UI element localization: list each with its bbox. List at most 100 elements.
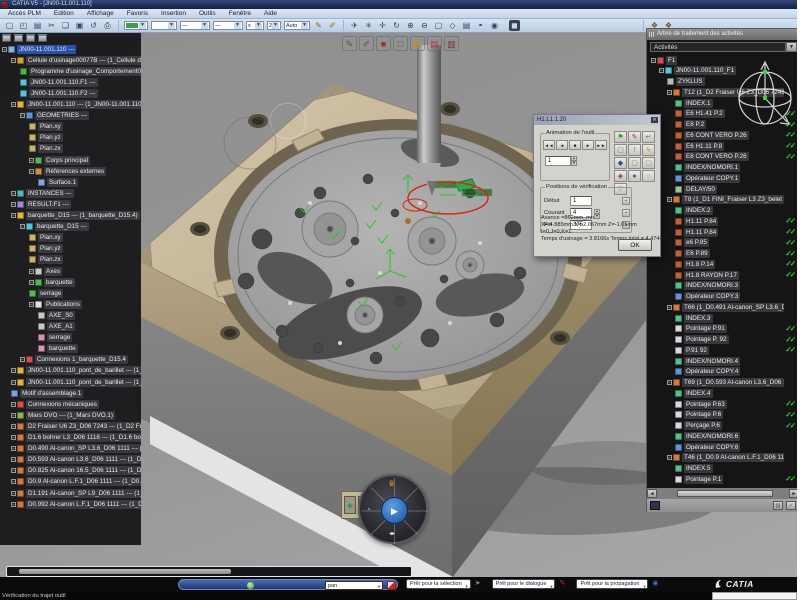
viewport-scrollbar[interactable]: [6, 566, 412, 577]
expand-icon[interactable]: −: [667, 90, 672, 95]
power-input-icon[interactable]: [387, 581, 396, 590]
tree-item[interactable]: −barquette: [29, 277, 75, 287]
panel-mode-icon[interactable]: [650, 501, 660, 510]
rotate-icon[interactable]: ↻: [391, 20, 402, 31]
normal-view-icon[interactable]: ▢: [433, 20, 444, 31]
activity-item[interactable]: H1.8 RAYON P.17✓✓: [675, 270, 799, 280]
expand-icon[interactable]: −: [11, 191, 16, 196]
activity-item[interactable]: Pointage P. 92✓✓: [675, 335, 799, 345]
sphere-dark-icon[interactable]: ◆: [614, 157, 627, 169]
activity-item[interactable]: Opérateur COPY.3: [675, 292, 799, 302]
toolbar-combo-0[interactable]: ▼: [151, 21, 177, 30]
expand-icon[interactable]: −: [11, 380, 16, 385]
tree-item[interactable]: −INSTANCES ---: [11, 188, 74, 198]
tree-item[interactable]: −D0.490 Al-canon_SP L3.6_D06 1111 --- (1…: [11, 444, 141, 454]
film-icon[interactable]: ▤: [427, 36, 442, 51]
tree-item[interactable]: −RESULT.F1 ---: [11, 199, 71, 209]
tree-item[interactable]: Plan.zx: [29, 144, 63, 154]
menu-item-edition[interactable]: Edition: [54, 10, 74, 17]
expand-icon[interactable]: −: [11, 202, 16, 207]
tree-item[interactable]: −D0.9 Al-canon L.F.1_D06 1111 --- (1_D0.…: [11, 477, 141, 487]
play-button[interactable]: ▶: [381, 497, 408, 524]
expand-icon[interactable]: −: [11, 213, 16, 218]
scroll-thumb[interactable]: [677, 490, 773, 497]
activity-item[interactable]: Opérateur COPY.6: [675, 442, 799, 452]
menu-item-fen-tre[interactable]: Fenêtre: [229, 10, 251, 17]
expand-icon[interactable]: −: [11, 368, 16, 373]
field-value-dbut[interactable]: 1: [570, 196, 592, 206]
video-replay-icon[interactable]: □: [393, 36, 408, 51]
speed-spin-icons[interactable]: ▲▼: [571, 156, 577, 165]
tree-item[interactable]: Plan.yz: [29, 133, 63, 143]
close-icon[interactable]: ✕: [651, 117, 658, 123]
activity-item[interactable]: INDEX/NOMORI.1: [675, 163, 799, 173]
expand-icon[interactable]: −: [20, 224, 25, 229]
activity-item[interactable]: INDEX.4: [675, 388, 799, 398]
activity-item[interactable]: −T69 (1_D0.593 Al-canon L3.6_D06 1111.1/…: [667, 378, 799, 388]
tree-item[interactable]: −D2 Fraiser U6 Z3_D06 7243 --- (1_D2 Fra…: [11, 421, 141, 431]
box2-icon[interactable]: ▢: [628, 157, 641, 169]
tool-animation-icon[interactable]: ✎: [342, 36, 357, 51]
tree-item[interactable]: −Corps principal: [29, 155, 90, 165]
return-green-icon[interactable]: ↵: [642, 131, 655, 143]
scroll-left-icon[interactable]: ◄: [647, 489, 657, 498]
activity-item[interactable]: INDEX/NOMORI.4: [675, 356, 799, 366]
activity-item[interactable]: INDEX/NOMORI.6: [675, 431, 799, 441]
tree-item[interactable]: JN00-11.001.110.F2 ---: [20, 88, 98, 98]
activity-item[interactable]: −T46 (1_D0.9 Al-canon L.F.1_D06 1111.1/6…: [667, 453, 799, 463]
activity-item[interactable]: −T8 (1_D1 FINI_Fraiser L3 Z3_belet 101-3…: [667, 195, 799, 205]
tree-item[interactable]: −Connexions mécaniques: [11, 399, 99, 409]
panel-ok-icon[interactable]: ✓: [786, 501, 796, 510]
expand-icon[interactable]: −: [11, 102, 16, 107]
expand-icon[interactable]: −: [667, 197, 672, 202]
shaded-cube-icon[interactable]: ◼: [509, 20, 520, 31]
activity-item[interactable]: H1.8 P.14✓✓: [675, 259, 799, 269]
fit-all-icon[interactable]: ✳: [363, 20, 374, 31]
resume-icon[interactable]: ◈: [344, 496, 356, 514]
stop-button[interactable]: ■: [569, 140, 581, 150]
collision-check-icon[interactable]: ■: [376, 36, 391, 51]
new-document-icon[interactable]: ▢: [4, 20, 15, 31]
tree-item[interactable]: Programme d'usinage_Comportement00N105 -…: [20, 66, 141, 76]
expand-icon[interactable]: −: [667, 305, 672, 310]
tree-item[interactable]: −Connexions 1_barquette_D15.4: [20, 355, 128, 365]
tree-item[interactable]: AXE_S0: [38, 310, 75, 320]
tree-item[interactable]: Plan.yz: [29, 244, 63, 254]
tree-item[interactable]: −JN00-11.001.110_pont_de_barillet --- (1…: [11, 377, 141, 387]
hide-show-icon[interactable]: ◉: [489, 20, 500, 31]
sphere-blue-icon[interactable]: ●: [628, 170, 641, 182]
command-input[interactable]: pan ▼: [325, 581, 383, 590]
tree-item[interactable]: serrage: [38, 333, 72, 343]
activity-item[interactable]: INDEX.3: [675, 313, 799, 323]
expand-icon[interactable]: −: [29, 302, 34, 307]
tree-item[interactable]: JN00-11.001.110.F1 ---: [20, 77, 98, 87]
speed-stepper[interactable]: 1 ▲▼: [545, 156, 577, 166]
open-folder-icon[interactable]: ◰: [18, 20, 29, 31]
tree-item[interactable]: serrage: [29, 288, 63, 298]
viewport-scroll-thumb[interactable]: [19, 569, 231, 574]
activity-item[interactable]: Perçage P.6✓✓: [675, 421, 799, 431]
save-icon[interactable]: ▤: [32, 20, 43, 31]
expand-icon[interactable]: −: [659, 68, 664, 73]
tool-sector-icon[interactable]: ♛: [388, 480, 395, 488]
expand-icon[interactable]: −: [11, 413, 16, 418]
status-combo-dialog[interactable]: Prêt pour le dialogue▼: [492, 579, 556, 589]
expand-icon[interactable]: −: [651, 58, 656, 63]
first-button[interactable]: ◄◄: [543, 140, 555, 150]
activity-scrollbar[interactable]: ◄ ►: [647, 488, 799, 499]
pencil-red-icon[interactable]: ✎: [628, 131, 641, 143]
tree-item[interactable]: Surface.1: [38, 177, 78, 187]
tree-item[interactable]: −barquette_D15 --- (1_barquette_D15.4): [11, 211, 140, 221]
tree-item[interactable]: −D0.825 Al-canon 16.5_D06 1111 --- (1_D0…: [11, 466, 141, 476]
expand-icon[interactable]: −: [11, 446, 16, 451]
print-icon[interactable]: ⎙: [102, 20, 113, 31]
expand-icon[interactable]: −: [20, 113, 25, 118]
flag-green-icon[interactable]: ⚑: [614, 131, 627, 143]
expand-icon[interactable]: −: [29, 158, 34, 163]
window-icon[interactable]: [14, 34, 23, 42]
activity-item[interactable]: Pointage P.6✓✓: [675, 410, 799, 420]
activity-item[interactable]: INDEX/NOMORI.3: [675, 281, 799, 291]
tree-item[interactable]: −Références externes: [29, 166, 106, 176]
box-icon[interactable]: ▢: [614, 144, 627, 156]
tree-item[interactable]: Plan.xy: [29, 122, 63, 132]
